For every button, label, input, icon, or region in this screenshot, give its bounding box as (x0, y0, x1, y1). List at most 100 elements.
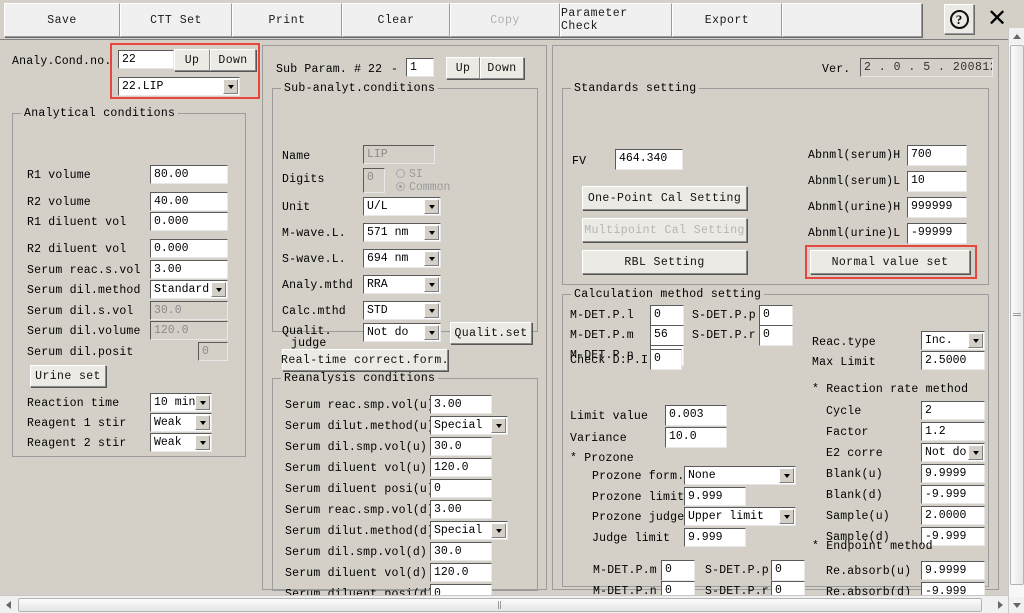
input-cm-s-det-p-r[interactable]: 0 (759, 325, 793, 346)
toolbar-button-print[interactable]: Print (232, 3, 342, 37)
reac-type-select[interactable]: Inc. (921, 331, 985, 350)
input-serum-reac-smp-vol-u[interactable]: 3.00 (430, 395, 492, 414)
input-rrm-blank-u[interactable]: 9.9999 (921, 464, 985, 483)
input-cm-m-det-p-l[interactable]: 0 (650, 305, 684, 326)
variance-input[interactable]: 10.0 (665, 427, 727, 448)
input-cm-m-det-p-m[interactable]: 56 (650, 325, 684, 346)
limit-value-input[interactable]: 0.003 (665, 405, 727, 426)
select-reaction-time[interactable]: 10 min. (150, 393, 212, 412)
input-serum-reac-smp-vol-d[interactable]: 3.00 (430, 500, 492, 519)
chevron-down-icon[interactable] (424, 303, 439, 318)
chevron-down-icon[interactable] (195, 395, 210, 410)
qualit-judge-select[interactable]: Not do (363, 323, 441, 342)
input-judge-limit[interactable]: 9.999 (684, 528, 746, 547)
chevron-down-icon[interactable] (211, 282, 226, 297)
input-rrm-cycle[interactable]: 2 (921, 401, 985, 420)
analy-cond-item-select[interactable]: 22.LIP (118, 77, 240, 96)
horizontal-scroll-thumb[interactable]: ‖ (18, 598, 982, 612)
select-prozone-form[interactable]: None (684, 466, 796, 485)
chevron-down-icon[interactable] (779, 468, 794, 483)
sub-param-down-button[interactable]: Down (480, 57, 524, 79)
chevron-down-icon[interactable] (223, 79, 238, 94)
input-serum-dil-smp-vol-u[interactable]: 30.0 (430, 437, 492, 456)
close-button[interactable]: ✕ (983, 4, 1011, 34)
button-one-point-cal-setting[interactable]: One-Point Cal Setting (582, 186, 747, 210)
select-reagent-2-stir[interactable]: Weak (150, 433, 212, 452)
select-serum-dilut-method-u[interactable]: Special (430, 416, 508, 435)
select-reagent-1-stir[interactable]: Weak (150, 413, 212, 432)
scroll-left-arrow-icon[interactable] (0, 597, 16, 613)
select-serum-dil-method[interactable]: Standard (150, 280, 228, 299)
chevron-down-icon[interactable] (779, 509, 794, 524)
radio-common[interactable]: Common (396, 181, 450, 194)
toolbar-button-parameter-check[interactable]: Parameter Check (560, 3, 672, 37)
vertical-scroll-thumb[interactable]: ‖ (1010, 45, 1024, 585)
sub-param-sub-no-input[interactable]: 1 (406, 58, 434, 77)
chevron-down-icon[interactable] (491, 418, 506, 433)
input-cm-s-det-p-p[interactable]: 0 (759, 305, 793, 326)
normal-value-set-button[interactable]: Normal value set (810, 250, 970, 274)
scroll-right-arrow-icon[interactable] (992, 597, 1008, 613)
input-abnml-serum-l[interactable]: 10 (907, 171, 967, 192)
chevron-down-icon[interactable] (424, 325, 439, 340)
input-ep-re-absorb-u[interactable]: 9.9999 (921, 561, 985, 580)
select-prozone-judge[interactable]: Upper limit (684, 507, 796, 526)
input-abnml-urine-h[interactable]: 999999 (907, 197, 967, 218)
vertical-scrollbar[interactable]: ‖ (1008, 28, 1024, 613)
chevron-down-icon[interactable] (424, 251, 439, 266)
max-limit-input[interactable]: 2.5000 (921, 351, 985, 370)
toolbar-button-save[interactable]: Save (4, 3, 120, 37)
input-abnml-urine-l[interactable]: -99999 (907, 223, 967, 244)
realtime-correct-form-button[interactable]: Real-time correct.form. (281, 349, 449, 371)
input-rrm-blank-d[interactable]: -9.999 (921, 485, 985, 504)
select-unit[interactable]: U/L (363, 197, 441, 216)
select-rrm-e2-corre[interactable]: Not do (921, 443, 985, 462)
select-m-wave-l[interactable]: 571 nm (363, 223, 441, 242)
toolbar-button-clear[interactable]: Clear (342, 3, 450, 37)
scroll-down-arrow-icon[interactable] (1009, 597, 1024, 613)
chevron-down-icon[interactable] (424, 277, 439, 292)
chevron-down-icon[interactable] (968, 445, 983, 460)
input-prozone-limit[interactable]: 9.999 (684, 487, 746, 506)
input-serum-diluent-posi-d[interactable]: 0 (430, 584, 492, 595)
qualit-set-button[interactable]: Qualit.set (450, 322, 532, 344)
toolbar-button-export[interactable]: Export (672, 3, 782, 37)
chevron-down-icon[interactable] (195, 435, 210, 450)
input-cmb-m-det-p-m[interactable]: 0 (661, 560, 695, 581)
input-ep-re-absorb-d[interactable]: -9.999 (921, 582, 985, 595)
select-calc-mthd[interactable]: STD (363, 301, 441, 320)
radio-si[interactable]: SI (396, 168, 423, 181)
select-analy-mthd[interactable]: RRA (363, 275, 441, 294)
analy-cond-no-input[interactable]: 22 (118, 50, 174, 69)
input-r1-volume[interactable]: 80.00 (150, 165, 228, 184)
input-serum-diluent-vol-d[interactable]: 120.0 (430, 563, 492, 582)
chevron-down-icon[interactable] (424, 199, 439, 214)
help-button[interactable]: ? (944, 4, 974, 34)
input-r1-diluent-vol[interactable]: 0.000 (150, 212, 228, 231)
input-cmb-m-det-p-n[interactable]: 0 (661, 581, 695, 595)
input-serum-dil-smp-vol-d[interactable]: 30.0 (430, 542, 492, 561)
input-r2-diluent-vol[interactable]: 0.000 (150, 239, 228, 258)
input-rrm-factor[interactable]: 1.2 (921, 422, 985, 441)
check-dpi-input[interactable]: 0 (650, 349, 682, 370)
fv-input[interactable]: 464.340 (615, 149, 683, 170)
horizontal-scrollbar[interactable]: ‖ (0, 595, 1008, 613)
button-rbl-setting[interactable]: RBL Setting (582, 250, 747, 274)
scroll-up-arrow-icon[interactable] (1009, 28, 1024, 44)
input-serum-diluent-vol-u[interactable]: 120.0 (430, 458, 492, 477)
chevron-down-icon[interactable] (968, 333, 983, 348)
input-r2-volume[interactable]: 40.00 (150, 192, 228, 211)
analy-cond-up-button[interactable]: Up (174, 49, 210, 71)
input-abnml-serum-h[interactable]: 700 (907, 145, 967, 166)
chevron-down-icon[interactable] (491, 523, 506, 538)
chevron-down-icon[interactable] (424, 225, 439, 240)
input-serum-reac-s-vol[interactable]: 3.00 (150, 260, 228, 279)
analytical-urine-set-button[interactable]: Urine set (30, 365, 106, 387)
input-cmb2-s-det-p-r[interactable]: 0 (771, 581, 805, 595)
select-serum-dilut-method-d[interactable]: Special (430, 521, 508, 540)
input-rrm-sample-u[interactable]: 2.0000 (921, 506, 985, 525)
chevron-down-icon[interactable] (195, 415, 210, 430)
input-cmb2-s-det-p-p[interactable]: 0 (771, 560, 805, 581)
sub-param-up-button[interactable]: Up (446, 57, 480, 79)
toolbar-button-ctt-set[interactable]: CTT Set (120, 3, 232, 37)
